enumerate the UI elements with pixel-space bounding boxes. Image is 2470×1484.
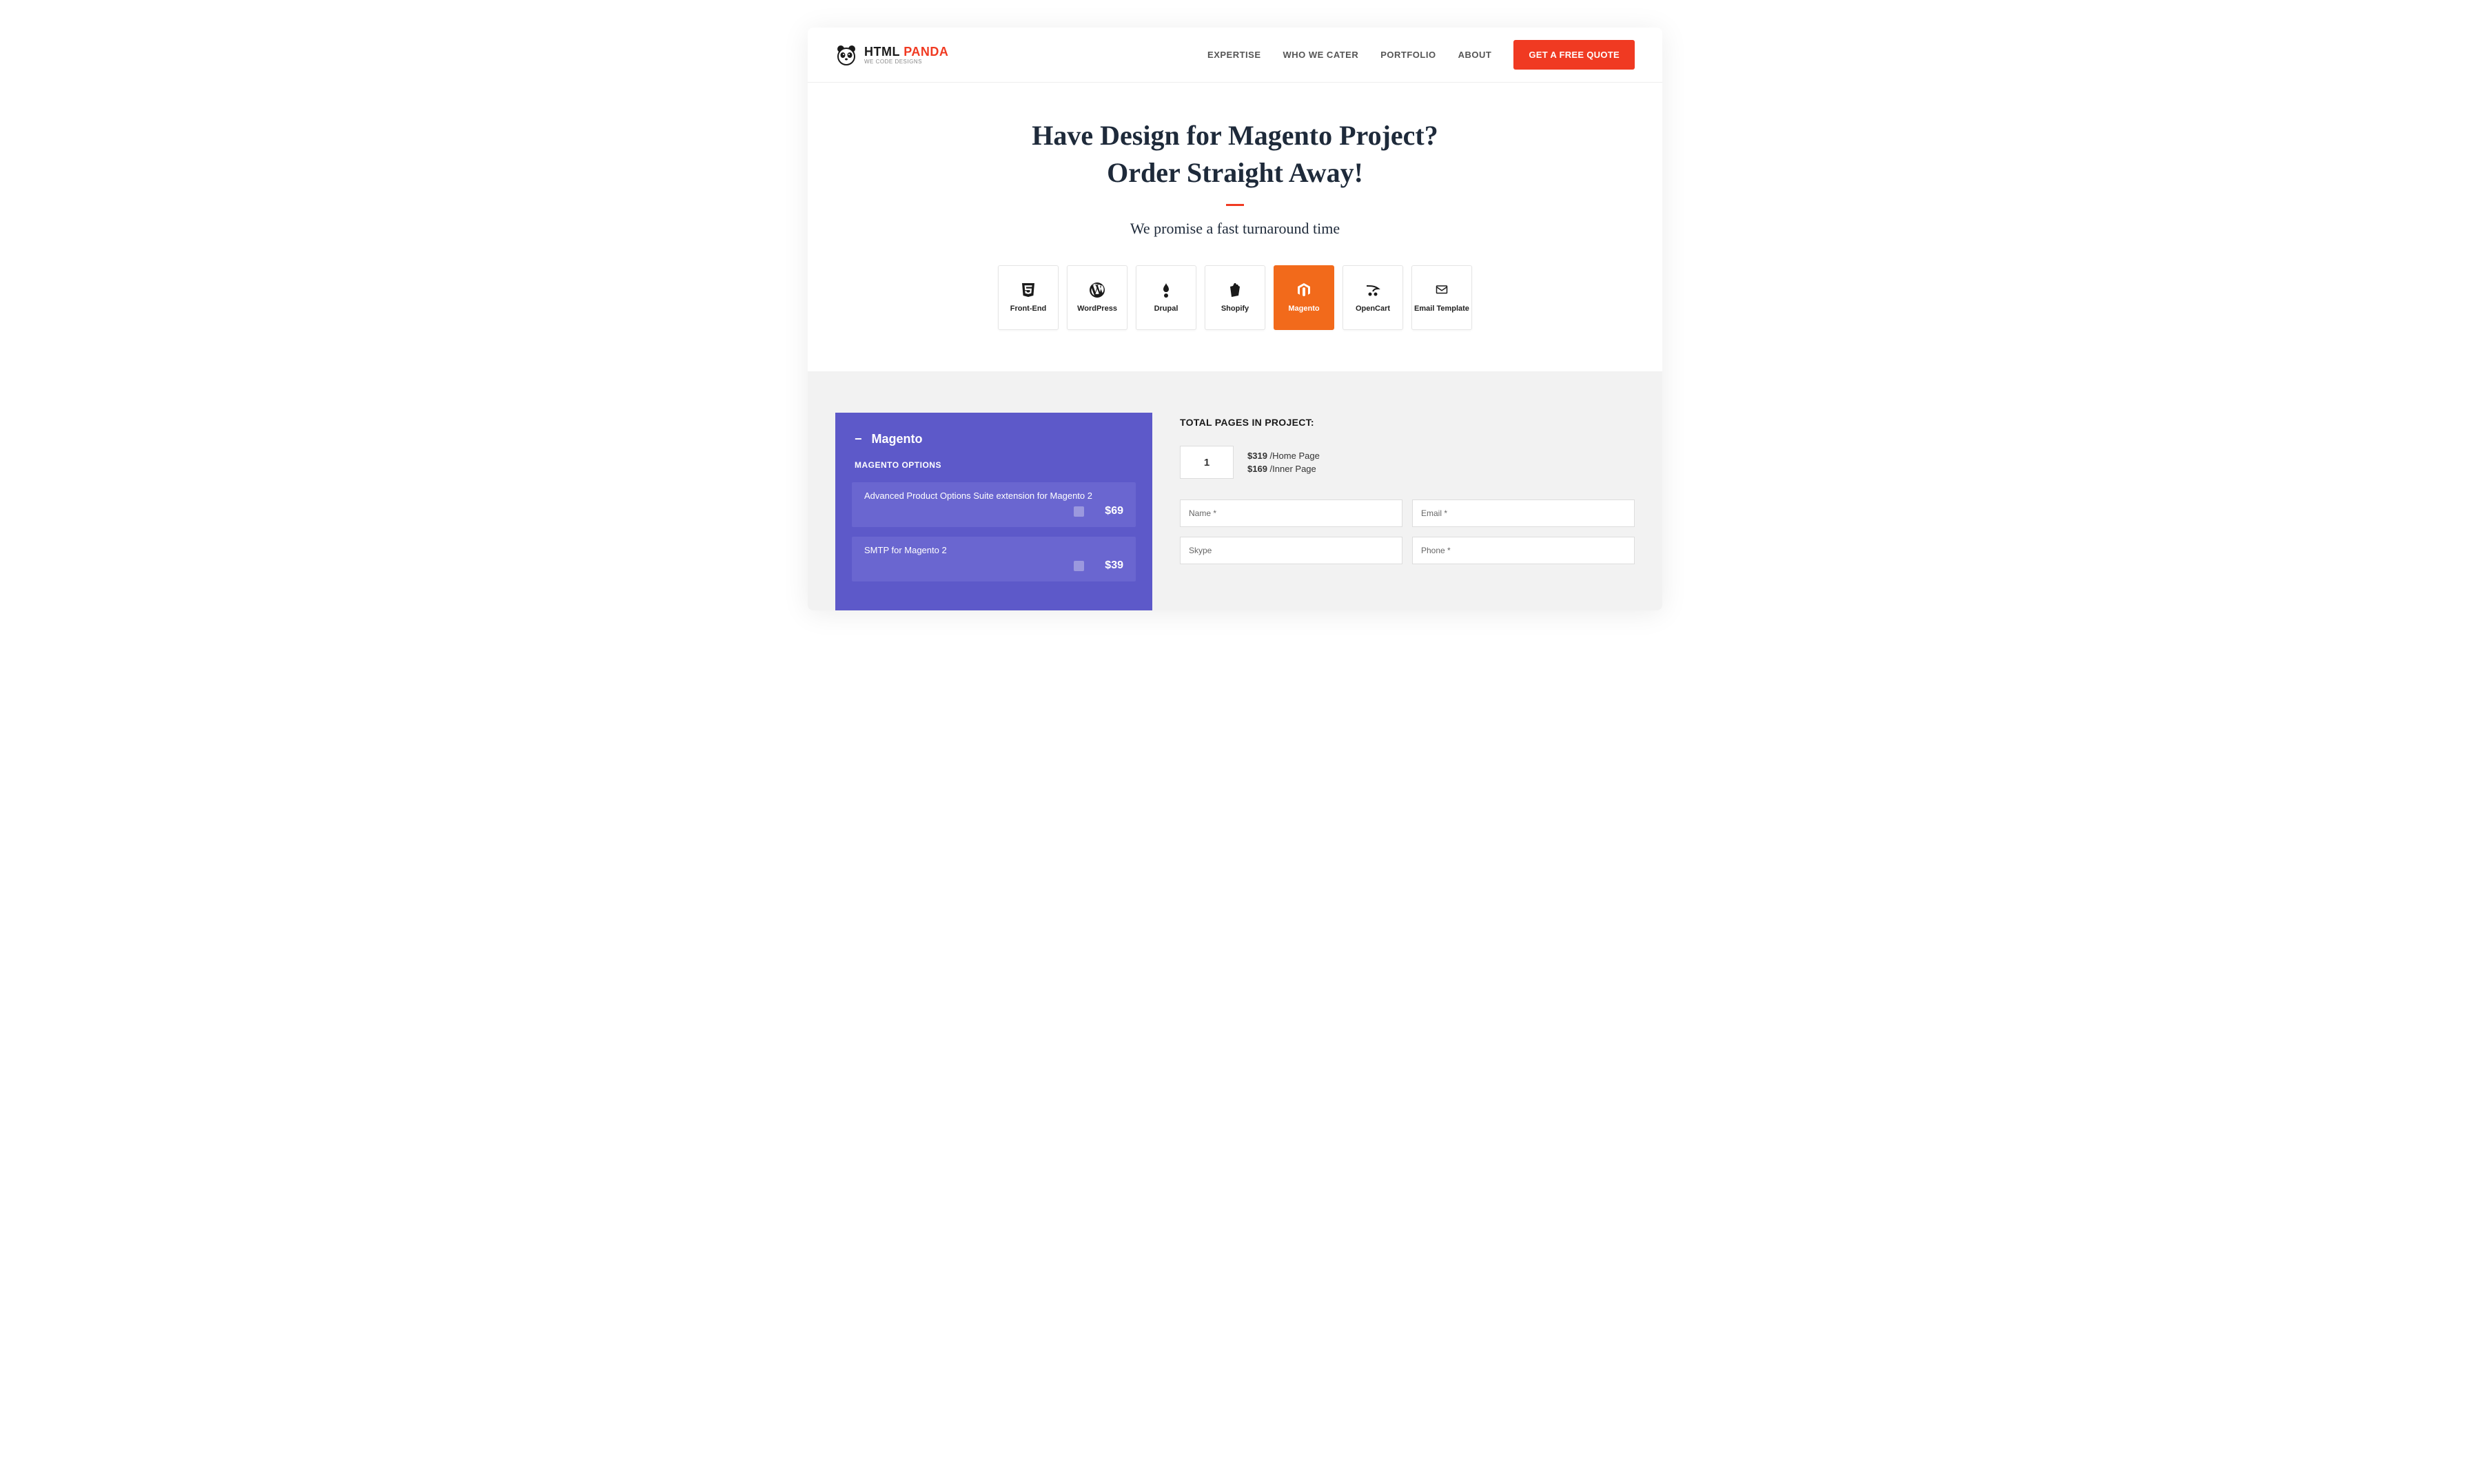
skype-field[interactable] [1180, 537, 1402, 564]
panel-title: Magento [872, 432, 923, 446]
main-nav: EXPERTISE WHO WE CATER PORTFOLIO ABOUT G… [1207, 40, 1635, 70]
option-checkbox[interactable] [1074, 561, 1084, 571]
tab-drupal[interactable]: Drupal [1136, 265, 1196, 330]
option-price: $39 [1105, 559, 1123, 572]
tab-label: Magento [1288, 305, 1319, 313]
nav-expertise[interactable]: EXPERTISE [1207, 50, 1260, 60]
html5-icon [1019, 281, 1037, 299]
hero: Have Design for Magento Project? Order S… [808, 83, 1662, 371]
tab-wordpress[interactable]: WordPress [1067, 265, 1127, 330]
platform-tabs: Front-End WordPress Drupal Shopify Magen… [821, 265, 1649, 330]
price-label: /Home Page [1270, 451, 1320, 461]
option-item: SMTP for Magento 2 $39 [852, 537, 1136, 581]
tab-label: Drupal [1154, 305, 1178, 313]
tab-label: Shopify [1221, 305, 1249, 313]
option-price: $69 [1105, 505, 1123, 517]
nav-portfolio[interactable]: PORTFOLIO [1380, 50, 1436, 60]
page-title: Have Design for Magento Project? Order S… [821, 117, 1649, 192]
tab-magento[interactable]: Magento [1274, 265, 1334, 330]
panda-icon [835, 44, 857, 66]
price-value: $319 [1247, 451, 1267, 461]
total-pages-label: TOTAL PAGES IN PROJECT: [1180, 417, 1635, 428]
email-field[interactable] [1412, 499, 1635, 527]
tab-front-end[interactable]: Front-End [998, 265, 1059, 330]
option-checkbox[interactable] [1074, 506, 1084, 517]
wordpress-icon [1088, 281, 1106, 299]
order-section: − Magento MAGENTO OPTIONS Advanced Produ… [808, 371, 1662, 610]
magento-icon [1295, 281, 1313, 299]
tab-label: Front-End [1010, 305, 1047, 313]
opencart-icon [1364, 281, 1382, 299]
tab-shopify[interactable]: Shopify [1205, 265, 1265, 330]
tab-opencart[interactable]: OpenCart [1343, 265, 1403, 330]
title-line-1: Have Design for Magento Project? [1032, 120, 1438, 151]
nav-about[interactable]: ABOUT [1458, 50, 1492, 60]
option-item: Advanced Product Options Suite extension… [852, 482, 1136, 527]
hero-subtitle: We promise a fast turnaround time [821, 220, 1649, 238]
name-field[interactable] [1180, 499, 1402, 527]
nav-who-we-cater[interactable]: WHO WE CATER [1283, 50, 1359, 60]
inner-page-price: $169 /Inner Page [1247, 464, 1320, 474]
price-value: $169 [1247, 464, 1267, 474]
home-page-price: $319 /Home Page [1247, 451, 1320, 461]
tab-label: WordPress [1077, 305, 1117, 313]
project-form: TOTAL PAGES IN PROJECT: $319 /Home Page … [1180, 413, 1635, 564]
options-panel: − Magento MAGENTO OPTIONS Advanced Produ… [835, 413, 1152, 610]
price-label: /Inner Page [1270, 464, 1316, 474]
logo-panda: PANDA [904, 45, 948, 59]
option-name: SMTP for Magento 2 [864, 545, 1123, 555]
drupal-icon [1157, 281, 1175, 299]
options-label: MAGENTO OPTIONS [852, 460, 1136, 470]
shopify-icon [1226, 281, 1244, 299]
tab-email-template[interactable]: Email Template [1411, 265, 1472, 330]
get-quote-button[interactable]: GET A FREE QUOTE [1513, 40, 1635, 70]
phone-field[interactable] [1412, 537, 1635, 564]
collapse-icon: − [855, 432, 862, 446]
panel-header[interactable]: − Magento [852, 432, 1136, 446]
option-name: Advanced Product Options Suite extension… [864, 491, 1123, 501]
logo-tagline: WE CODE DESIGNS [864, 59, 948, 65]
title-underline [1226, 204, 1244, 206]
pages-count-input[interactable] [1180, 446, 1234, 479]
header: HTML PANDA WE CODE DESIGNS EXPERTISE WHO… [808, 28, 1662, 83]
tab-label: OpenCart [1356, 305, 1390, 313]
logo[interactable]: HTML PANDA WE CODE DESIGNS [835, 44, 948, 66]
title-line-2: Order Straight Away! [1107, 157, 1363, 188]
envelope-icon [1433, 281, 1451, 299]
tab-label: Email Template [1414, 305, 1469, 313]
logo-html: HTML [864, 45, 900, 59]
